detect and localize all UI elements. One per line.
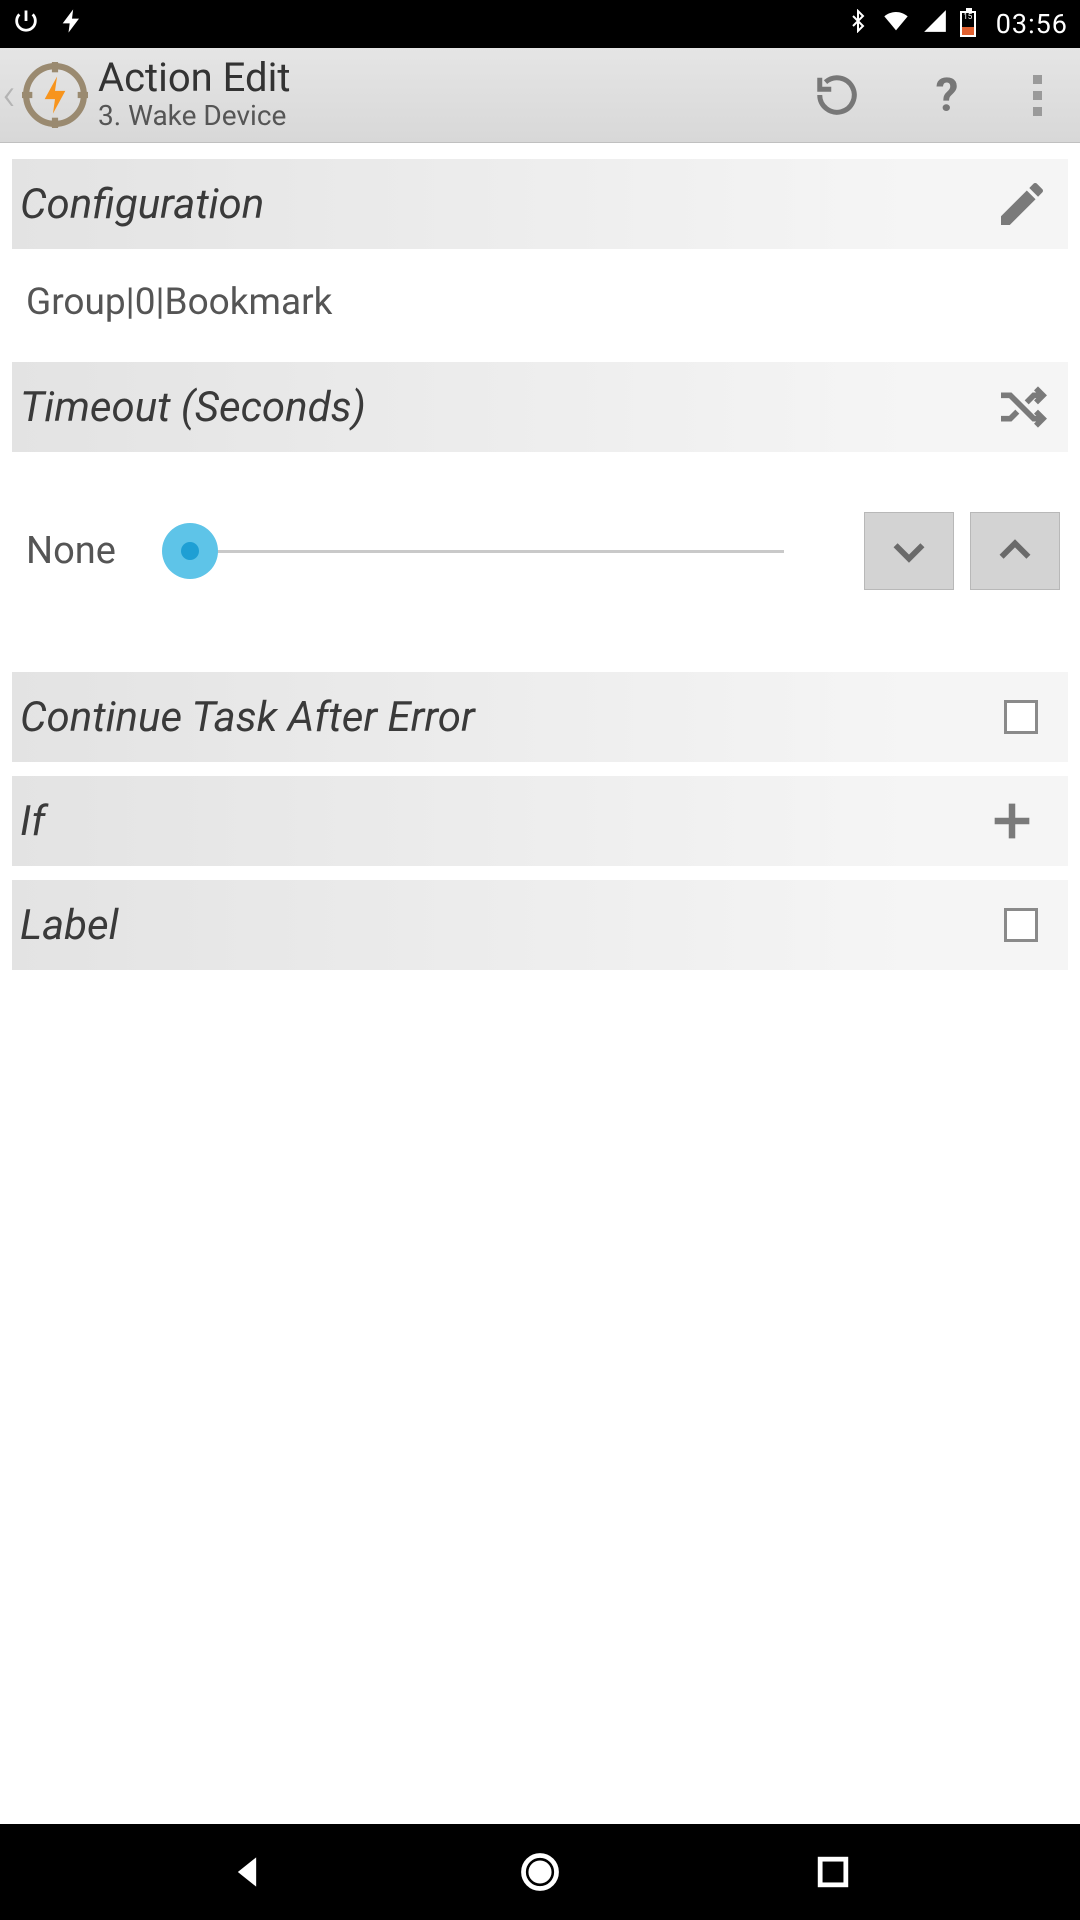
continue-after-error-checkbox[interactable] [1004,700,1038,734]
if-label: If [20,797,45,846]
page-subtitle: 3. Wake Device [98,99,290,133]
continue-after-error-row[interactable]: Continue Task After Error [12,672,1068,762]
continue-after-error-label: Continue Task After Error [20,693,475,742]
label-row[interactable]: Label [12,880,1068,970]
timeout-header[interactable]: Timeout (Seconds) [12,362,1068,452]
back-button[interactable]: ‹ [0,48,18,143]
configuration-label: Configuration [20,180,264,229]
plus-icon[interactable] [986,795,1038,847]
status-time: 03:56 [996,8,1068,40]
nav-recent-button[interactable] [811,1850,855,1894]
configuration-header[interactable]: Configuration [12,159,1068,249]
shuffle-icon[interactable] [990,375,1054,439]
svg-text:?: ? [936,72,959,118]
nav-home-button[interactable] [518,1850,562,1894]
power-icon [12,7,40,42]
status-bar: 15 03:56 [0,0,1080,48]
slider-thumb[interactable] [162,523,218,579]
increment-button[interactable] [970,512,1060,590]
signal-icon [922,8,948,41]
navigation-bar [0,1824,1080,1920]
lightning-icon [58,7,86,42]
help-button[interactable]: ? [892,48,1002,143]
configuration-value[interactable]: Group|0|Bookmark [0,249,1080,356]
pencil-icon[interactable] [990,172,1054,236]
timeout-slider[interactable] [166,550,784,553]
if-row[interactable]: If [12,776,1068,866]
nav-back-button[interactable] [225,1850,269,1894]
wifi-icon [882,7,910,42]
timeout-label: Timeout (Seconds) [20,383,366,432]
timeout-value: None [26,529,146,573]
content-area: Configuration Group|0|Bookmark Timeout (… [0,143,1080,970]
app-bar: ‹ Action Edit 3. Wake Device ? [0,48,1080,143]
overflow-menu-button[interactable] [1002,48,1072,143]
label-label: Label [20,901,119,950]
timeout-slider-row: None [0,452,1080,630]
page-title: Action Edit [98,57,290,99]
reset-button[interactable] [782,48,892,143]
decrement-button[interactable] [864,512,954,590]
battery-level: 15 [962,12,974,21]
label-checkbox[interactable] [1004,908,1038,942]
battery-icon: 15 [960,11,976,37]
bluetooth-icon [846,8,870,40]
tasker-app-icon[interactable] [22,62,88,128]
